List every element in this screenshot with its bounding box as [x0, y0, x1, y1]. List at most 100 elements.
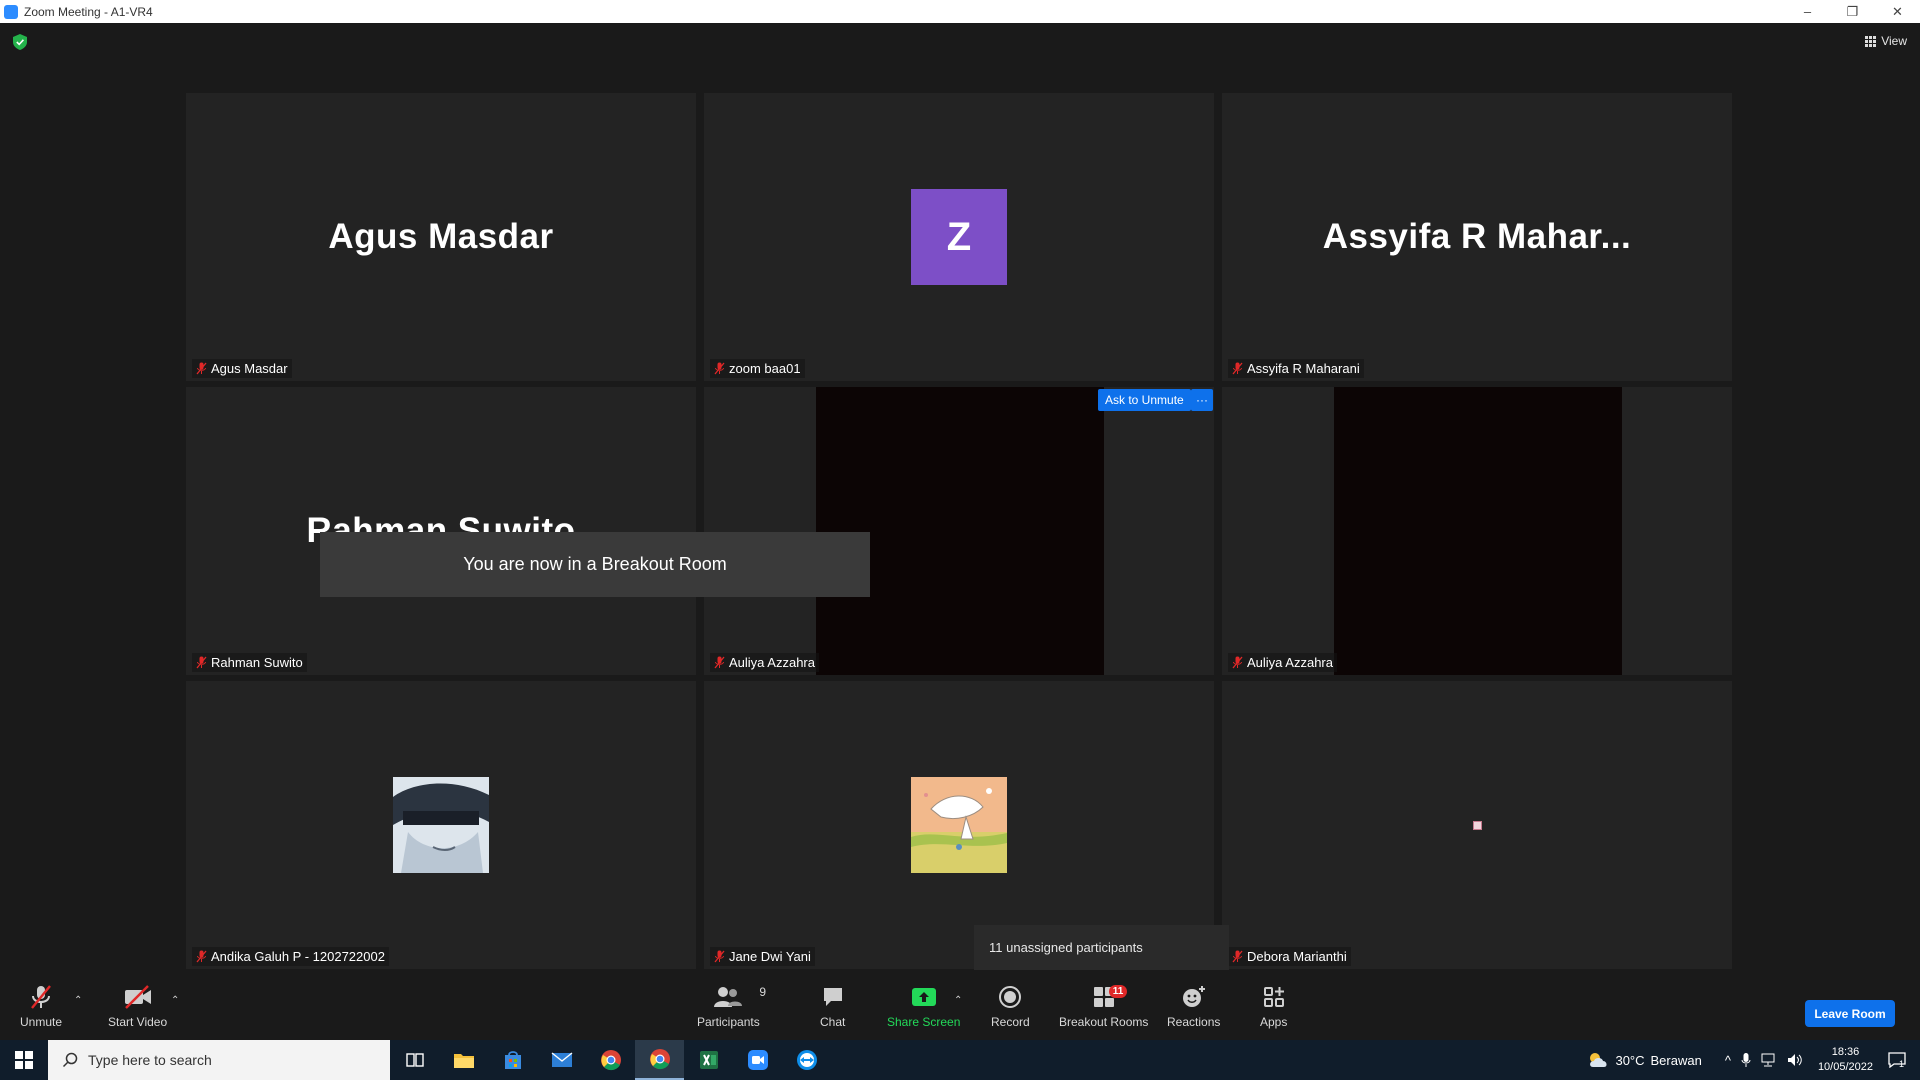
profile-picture — [393, 777, 489, 873]
participant-video — [816, 387, 1104, 675]
participant-big-name: Agus Masdar — [328, 217, 554, 256]
participant-name-label: Assyifa R Maharani — [1228, 359, 1364, 378]
teamviewer-icon — [796, 1050, 817, 1070]
profile-picture — [911, 777, 1007, 873]
participant-tile[interactable]: Z zoom baa01 — [704, 93, 1214, 381]
participant-name: Agus Masdar — [211, 361, 288, 376]
share-options-chevron-icon[interactable]: ⌃ — [954, 995, 962, 1006]
unassigned-participants-tooltip[interactable]: 11 unassigned participants — [974, 925, 1229, 970]
taskbar-clock[interactable]: 18:36 10/05/2022 — [1818, 1045, 1873, 1075]
minimize-button[interactable]: – — [1785, 0, 1830, 23]
record-button[interactable]: Record — [991, 983, 1030, 1029]
participant-name-label: Debora Marianthi — [1228, 947, 1351, 966]
muted-mic-icon — [196, 656, 207, 669]
participant-video — [1334, 387, 1622, 675]
window-controls: – ❐ ✕ — [1785, 0, 1920, 23]
start-video-label: Start Video — [108, 1015, 168, 1029]
muted-mic-icon — [31, 985, 51, 1009]
breakout-room-notification: You are now in a Breakout Room — [320, 532, 870, 597]
participant-name: Debora Marianthi — [1247, 949, 1347, 964]
zoom-icon — [747, 1050, 768, 1070]
volume-icon[interactable] — [1787, 1053, 1803, 1067]
chat-icon — [823, 988, 842, 1006]
restore-button[interactable]: ❐ — [1830, 0, 1875, 23]
participants-icon — [714, 987, 743, 1007]
record-icon — [999, 986, 1022, 1008]
unmute-button[interactable]: Unmute — [20, 983, 62, 1029]
leave-room-button[interactable]: Leave Room — [1805, 1000, 1895, 1027]
participant-name: Rahman Suwito — [211, 655, 303, 670]
participant-tile[interactable]: Auliya Azzahra — [1222, 387, 1732, 675]
muted-mic-icon — [1232, 950, 1243, 963]
show-hidden-icons-chevron-icon[interactable]: ^ — [1725, 1053, 1731, 1068]
record-label: Record — [991, 1015, 1030, 1029]
close-button[interactable]: ✕ — [1875, 0, 1920, 23]
audio-options-chevron-icon[interactable]: ⌃ — [74, 995, 82, 1006]
participant-name: zoom baa01 — [729, 361, 801, 376]
task-view-icon — [405, 1053, 424, 1067]
chat-label: Chat — [820, 1015, 846, 1029]
view-label: View — [1881, 34, 1907, 48]
video-off-icon — [124, 985, 151, 1009]
participant-name: Auliya Azzahra — [1247, 655, 1333, 670]
share-screen-button[interactable]: Share Screen — [887, 983, 960, 1029]
participants-button[interactable]: 9 Participants — [697, 983, 766, 1029]
task-view-button[interactable] — [390, 1040, 439, 1080]
start-button[interactable] — [0, 1040, 48, 1080]
zoom-button[interactable] — [733, 1040, 782, 1080]
file-explorer-icon — [453, 1054, 474, 1068]
participants-count: 9 — [759, 985, 767, 999]
mail-icon — [551, 1052, 572, 1067]
apps-button[interactable]: Apps — [1260, 983, 1287, 1029]
microsoft-store-button[interactable] — [488, 1040, 537, 1080]
microphone-icon[interactable] — [1741, 1052, 1751, 1068]
security-shield-icon[interactable] — [13, 34, 27, 50]
excel-button[interactable] — [684, 1040, 733, 1080]
breakout-rooms-button[interactable]: 11 Breakout Rooms — [1059, 983, 1148, 1029]
notification-count: 1 — [1899, 1059, 1905, 1069]
view-button[interactable]: View — [1865, 34, 1907, 48]
participant-tile[interactable]: Rahman Suwito Rahman Suwito — [186, 387, 696, 675]
breakout-rooms-badge: 11 — [1108, 985, 1128, 998]
profile-picture — [1473, 821, 1482, 830]
title-bar: Zoom Meeting - A1-VR4 – ❐ ✕ — [0, 0, 1920, 23]
reactions-button[interactable]: Reactions — [1167, 983, 1220, 1029]
zoom-meeting-window: Zoom Meeting - A1-VR4 – ❐ ✕ View Agus Ma… — [0, 0, 1920, 1080]
participant-name-label: Rahman Suwito — [192, 653, 307, 672]
participant-tile[interactable]: Debora Marianthi — [1222, 681, 1732, 969]
store-icon — [504, 1051, 521, 1069]
meeting-toolbar: Unmute ⌃ Start Video ⌃ 9 Participants Ch… — [0, 975, 1920, 1040]
participant-name: Assyifa R Maharani — [1247, 361, 1360, 376]
weather-widget[interactable]: 30°C Berawan — [1587, 1051, 1702, 1069]
windows-logo-icon — [15, 1051, 33, 1069]
video-options-chevron-icon[interactable]: ⌃ — [171, 995, 179, 1006]
mail-button[interactable] — [537, 1040, 586, 1080]
participant-name-label: Andika Galuh P - 1202722002 — [192, 947, 389, 966]
file-explorer-button[interactable] — [439, 1040, 488, 1080]
participants-label: Participants — [697, 1015, 760, 1029]
participant-tile[interactable]: Agus Masdar Agus Masdar — [186, 93, 696, 381]
network-icon[interactable] — [1761, 1053, 1777, 1067]
muted-mic-icon — [714, 656, 725, 669]
participant-tile[interactable]: Auliya Azzahra — [704, 387, 1214, 675]
teamviewer-button[interactable] — [782, 1040, 831, 1080]
apps-label: Apps — [1260, 1015, 1288, 1029]
reactions-label: Reactions — [1167, 1015, 1221, 1029]
share-screen-icon — [911, 988, 936, 1006]
chat-button[interactable]: Chat — [820, 983, 845, 1029]
participant-name-label: Agus Masdar — [192, 359, 292, 378]
participant-tile[interactable]: Andika Galuh P - 1202722002 — [186, 681, 696, 969]
cloudy-weather-icon — [1590, 1053, 1608, 1067]
breakout-rooms-label: Breakout Rooms — [1059, 1015, 1149, 1029]
participant-name-label: Auliya Azzahra — [710, 653, 819, 672]
participant-tile[interactable]: Assyifa R Mahar... Assyifa R Maharani — [1222, 93, 1732, 381]
chrome-profile-button[interactable] — [635, 1040, 684, 1080]
start-video-button[interactable]: Start Video — [108, 983, 167, 1029]
ask-to-unmute-button[interactable]: Ask to Unmute — [1098, 389, 1191, 411]
notification-center-icon[interactable]: 1 — [1888, 1052, 1906, 1069]
weather-description: Berawan — [1650, 1052, 1702, 1068]
chrome-button[interactable] — [586, 1040, 635, 1080]
more-options-button[interactable]: ··· — [1191, 389, 1213, 411]
taskbar-search-box[interactable]: Type here to search — [48, 1040, 390, 1080]
share-screen-label: Share Screen — [887, 1015, 961, 1029]
